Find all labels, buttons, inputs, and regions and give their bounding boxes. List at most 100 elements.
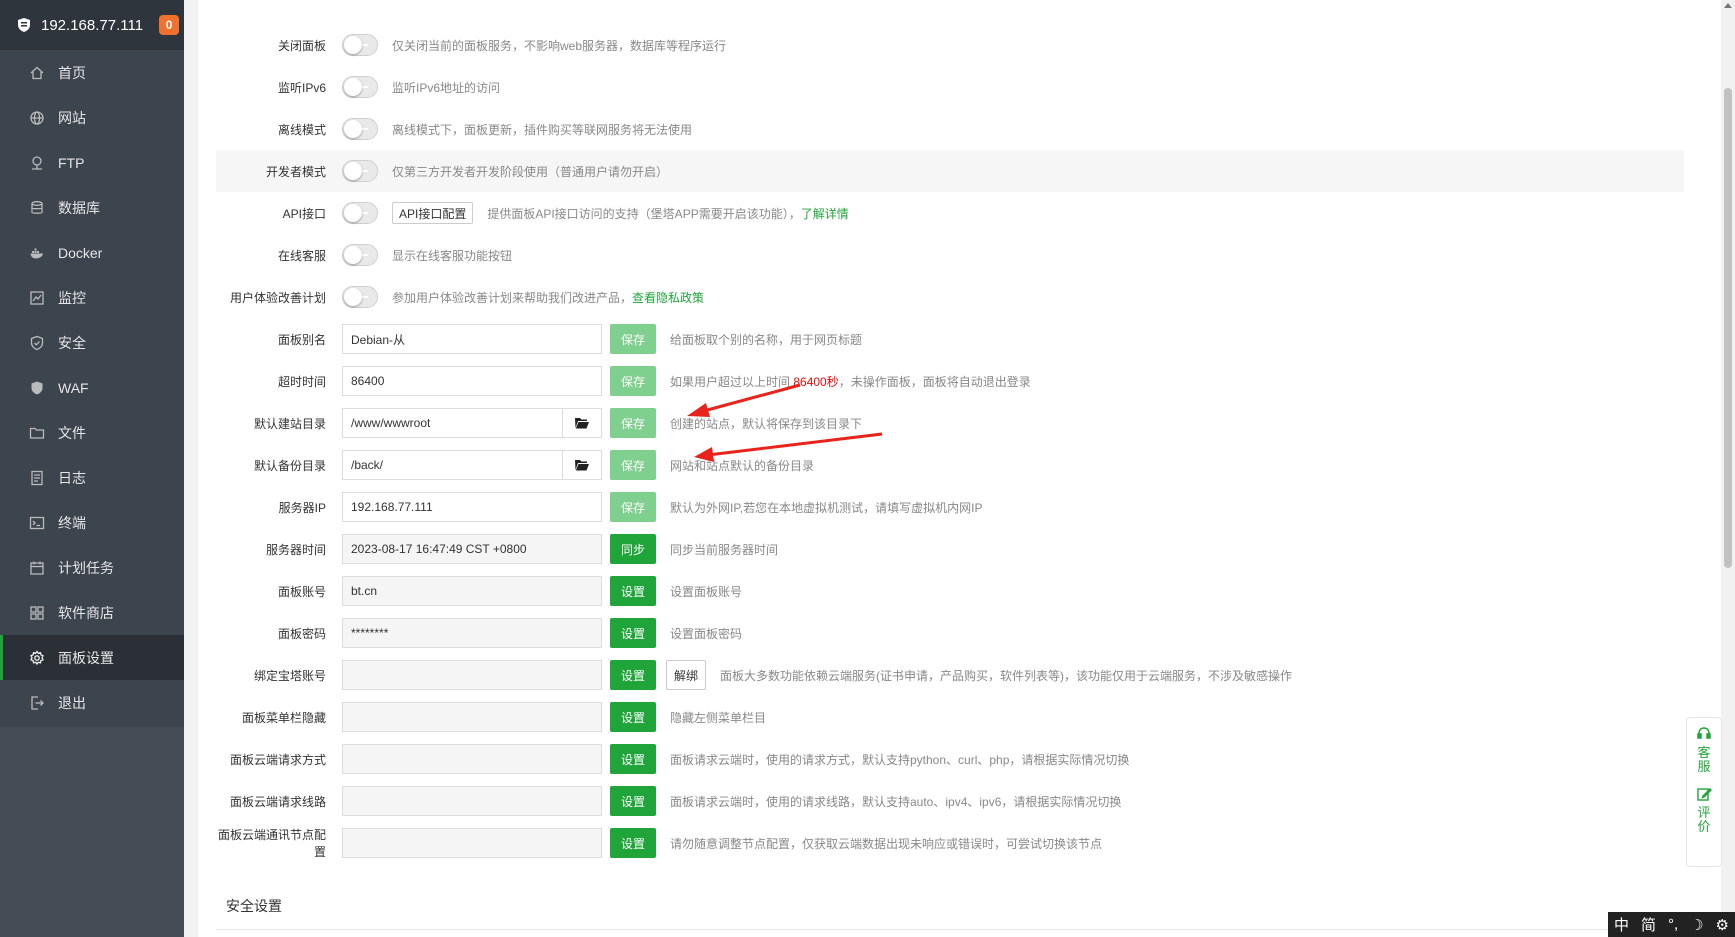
api-config-button[interactable]: API接口配置: [392, 202, 474, 224]
timeout-input[interactable]: 86400: [342, 366, 602, 396]
setting-server-time: 服务器时间 2023-08-17 16:47:49 CST +0800 同步 同…: [216, 528, 1684, 570]
ime-moon-icon[interactable]: ☽: [1690, 916, 1703, 934]
cloud-node-set-button[interactable]: 设置: [610, 828, 656, 858]
sidebar-item-home[interactable]: 首页: [0, 50, 184, 95]
setting-desc: 仅关闭当前的面板服务，不影响web服务器，数据库等程序运行: [392, 38, 727, 53]
account-set-button[interactable]: 设置: [610, 576, 656, 606]
alias-input[interactable]: Debian-从: [342, 324, 602, 354]
server-ip-save-button[interactable]: 保存: [610, 492, 656, 522]
unbind-button[interactable]: 解绑: [666, 660, 706, 690]
sidebar-item-files[interactable]: 文件: [0, 410, 184, 455]
sidebar-item-waf[interactable]: WAF: [0, 365, 184, 410]
setting-label: 关闭面板: [277, 38, 326, 53]
setting-ux-plan: 用户体验改善计划 参加用户体验改善计划来帮助我们改进产品，查看隐私政策: [216, 276, 1684, 318]
ime-mode[interactable]: 简: [1641, 914, 1656, 935]
cloud-line-set-button[interactable]: 设置: [610, 786, 656, 816]
setting-developer: 开发者模式 仅第三方开发者开发阶段使用（普通用户请勿开启）: [216, 150, 1684, 192]
setting-label: 默认建站目录: [253, 416, 326, 431]
setting-desc: 默认为外网IP,若您在本地虚拟机测试，请填写虚拟机内网IP: [670, 500, 983, 515]
developer-mode-toggle[interactable]: [342, 160, 378, 182]
divider: [216, 929, 1684, 930]
cloud-method-input: [342, 744, 602, 774]
service-label-1: 客: [1697, 745, 1711, 760]
privacy-policy-link[interactable]: 查看隐私政策: [632, 291, 704, 305]
sidebar-item-terminal[interactable]: 终端: [0, 500, 184, 545]
sidebar-item-database[interactable]: 数据库: [0, 185, 184, 230]
setting-desc: 如果用户超过以上时间 86400秒，未操作面板，面板将自动退出登录: [670, 373, 1031, 390]
setting-label: 开发者模式: [265, 164, 326, 179]
backup-dir-save-button[interactable]: 保存: [610, 450, 656, 480]
sync-time-button[interactable]: 同步: [610, 534, 656, 564]
waf-shield-icon: [28, 379, 46, 397]
setting-desc: 创建的站点，默认将保存到该目录下: [670, 416, 863, 431]
shield-icon: [28, 334, 46, 352]
api-details-link[interactable]: 了解详情: [801, 207, 849, 221]
ime-gear-icon[interactable]: ⚙: [1716, 916, 1729, 934]
timeout-save-button[interactable]: 保存: [610, 366, 656, 396]
password-set-button[interactable]: 设置: [610, 618, 656, 648]
sidebar-item-logs[interactable]: 日志: [0, 455, 184, 500]
ime-lang[interactable]: 中: [1614, 914, 1629, 935]
server-time-input: 2023-08-17 16:47:49 CST +0800: [342, 534, 602, 564]
offline-mode-toggle[interactable]: [342, 118, 378, 140]
password-input: ********: [342, 618, 602, 648]
sidebar-item-docker[interactable]: Docker: [0, 230, 184, 275]
server-ip-input[interactable]: 192.168.77.111: [342, 492, 602, 522]
review-button[interactable]: 评 价: [1696, 786, 1712, 834]
setting-label: 离线模式: [277, 122, 326, 137]
scroll-up-arrow-icon[interactable]: [1724, 3, 1732, 8]
setting-ipv6: 监听IPv6 监听IPv6地址的访问: [216, 66, 1684, 108]
scrollbar[interactable]: [1721, 0, 1735, 937]
folder-open-icon[interactable]: [562, 450, 602, 480]
sidebar-item-logout[interactable]: 退出: [0, 680, 184, 725]
ux-plan-toggle[interactable]: [342, 286, 378, 308]
ipv6-toggle[interactable]: [342, 76, 378, 98]
backup-dir-input[interactable]: /back/: [342, 450, 562, 480]
setting-label: 面板云端请求线路: [229, 794, 326, 809]
log-icon: [28, 469, 46, 487]
setting-alias: 面板别名 Debian-从 保存 给面板取个别的名称，用于网页标题: [216, 318, 1684, 360]
calendar-icon: [28, 559, 46, 577]
setting-server-ip: 服务器IP 192.168.77.111 保存 默认为外网IP,若您在本地虚拟机…: [216, 486, 1684, 528]
setting-backup-dir: 默认备份目录 /back/ 保存 网站和站点默认的备份目录: [216, 444, 1684, 486]
home-icon: [28, 64, 46, 82]
ftp-icon: [28, 154, 46, 172]
sidebar-item-security[interactable]: 安全: [0, 320, 184, 365]
site-dir-save-button[interactable]: 保存: [610, 408, 656, 438]
api-toggle[interactable]: [342, 202, 378, 224]
ime-toolbar[interactable]: 中 简 °, ☽ ⚙: [1608, 912, 1735, 937]
scrollbar-thumb[interactable]: [1724, 88, 1732, 568]
setting-desc: 显示在线客服功能按钮: [392, 248, 513, 263]
sidebar-item-label: 日志: [58, 469, 86, 486]
customer-service-button[interactable]: 客 服: [1696, 726, 1712, 774]
ime-punct-icon[interactable]: °,: [1668, 916, 1678, 933]
bind-bt-set-button[interactable]: 设置: [610, 660, 656, 690]
online-service-toggle[interactable]: [342, 244, 378, 266]
sidebar-item-ftp[interactable]: FTP: [0, 140, 184, 185]
server-ip[interactable]: 192.168.77.111: [41, 17, 143, 34]
sidebar-item-label: 终端: [58, 514, 86, 531]
sidebar-item-label: 退出: [58, 694, 86, 711]
setting-desc: 设置面板密码: [670, 626, 743, 641]
menu-hide-set-button[interactable]: 设置: [610, 702, 656, 732]
setting-desc: 面板大多数功能依赖云端服务(证书申请，产品购买，软件列表等)，该功能仅用于云端服…: [720, 668, 1292, 683]
close-panel-toggle[interactable]: [342, 34, 378, 56]
sidebar-item-website[interactable]: 网站: [0, 95, 184, 140]
cloud-method-set-button[interactable]: 设置: [610, 744, 656, 774]
setting-site-dir: 默认建站目录 /www/wwwroot 保存 创建的站点，默认将保存到该目录下: [216, 402, 1684, 444]
message-badge[interactable]: 0: [159, 15, 180, 35]
sidebar-menu: 首页 网站 FTP 数据库 Docker 监控 安全 WAF 文件 日志 终端 …: [0, 50, 184, 725]
sidebar-item-panel-settings[interactable]: 面板设置: [0, 635, 184, 680]
sidebar-item-cron[interactable]: 计划任务: [0, 545, 184, 590]
alias-save-button[interactable]: 保存: [610, 324, 656, 354]
folder-open-icon[interactable]: [562, 408, 602, 438]
setting-menu-hide: 面板菜单栏隐藏 设置 隐藏左侧菜单栏目: [216, 696, 1684, 738]
site-dir-input[interactable]: /www/wwwroot: [342, 408, 562, 438]
apps-icon: [28, 604, 46, 622]
sidebar-item-appstore[interactable]: 软件商店: [0, 590, 184, 635]
sidebar-item-label: WAF: [58, 379, 89, 396]
setting-timeout: 超时时间 86400 保存 如果用户超过以上时间 86400秒，未操作面板，面板…: [216, 360, 1684, 402]
docker-icon: [28, 244, 46, 262]
setting-cloud-line: 面板云端请求线路 设置 面板请求云端时，使用的请求线路，默认支持auto、ipv…: [216, 780, 1684, 822]
sidebar-item-monitor[interactable]: 监控: [0, 275, 184, 320]
